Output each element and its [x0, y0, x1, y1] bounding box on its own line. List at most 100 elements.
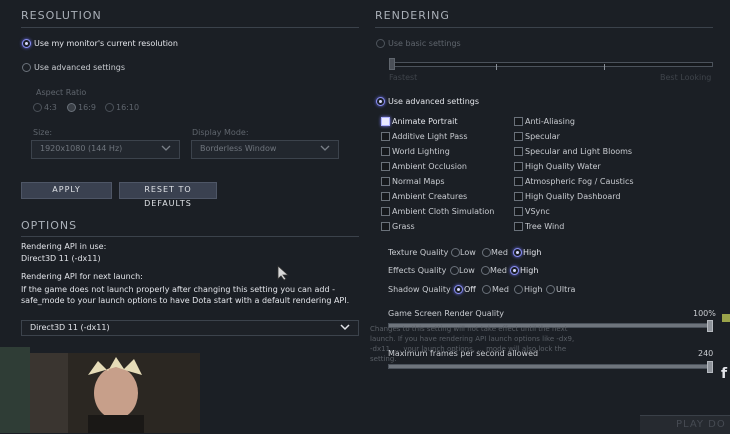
- render-option-checkbox-label[interactable]: High Quality Dashboard: [525, 192, 620, 201]
- effects-med-radio[interactable]: [481, 266, 490, 275]
- effects-high-label[interactable]: High: [520, 266, 538, 275]
- max-fps-slider[interactable]: [388, 364, 713, 369]
- shadow-off-radio[interactable]: [454, 285, 463, 294]
- render-option-checkbox-label[interactable]: Animate Portrait: [392, 117, 457, 126]
- aspect-16-9-radio[interactable]: [67, 103, 76, 112]
- render-option-checkbox-label[interactable]: Grass: [392, 222, 415, 231]
- max-fps-slider-thumb[interactable]: [707, 361, 713, 373]
- side-decoration: [0, 347, 30, 433]
- render-option-checkbox[interactable]: [381, 207, 390, 216]
- facebook-icon[interactable]: f: [721, 366, 727, 382]
- render-option-checkbox[interactable]: [514, 222, 523, 231]
- slider-tick: [496, 64, 497, 70]
- shadow-high-label[interactable]: High: [524, 285, 542, 294]
- options-title: OPTIONS: [21, 219, 78, 232]
- render-option-checkbox-label[interactable]: Atmospheric Fog / Caustics: [525, 177, 634, 186]
- use-advanced-rendering-radio[interactable]: [376, 97, 385, 106]
- render-option-checkbox-label[interactable]: Additive Light Pass: [392, 132, 467, 141]
- texture-med-label[interactable]: Med: [491, 248, 508, 257]
- mouse-cursor-icon: [277, 265, 290, 283]
- render-option-checkbox[interactable]: [514, 207, 523, 216]
- basic-quality-slider[interactable]: [389, 62, 713, 67]
- edge-indicator: [722, 314, 730, 322]
- reset-to-defaults-button[interactable]: RESET TO DEFAULTS: [119, 182, 217, 208]
- render-option-checkbox-label[interactable]: Anti-Aliasing: [525, 117, 575, 126]
- render-option-checkbox[interactable]: [381, 147, 390, 156]
- render-option-checkbox-label[interactable]: World Lighting: [392, 147, 450, 156]
- play-dota-button[interactable]: PLAY DO: [640, 415, 730, 434]
- apply-button[interactable]: APPLY: [21, 182, 112, 199]
- rendering-title: RENDERING: [375, 9, 450, 22]
- api-next-label: Rendering API for next launch:: [21, 272, 143, 281]
- use-monitor-resolution-label[interactable]: Use my monitor's current resolution: [34, 39, 178, 48]
- use-basic-settings-radio[interactable]: [376, 39, 385, 48]
- texture-low-label[interactable]: Low: [460, 248, 476, 257]
- render-option-checkbox[interactable]: [381, 192, 390, 201]
- slider-max-label: Best Looking: [660, 73, 712, 82]
- aspect-16-10-label[interactable]: 16:10: [116, 103, 139, 112]
- render-option-checkbox-label[interactable]: Ambient Cloth Simulation: [392, 207, 494, 216]
- size-select[interactable]: 1920x1080 (144 Hz): [31, 140, 180, 159]
- render-option-checkbox[interactable]: [514, 147, 523, 156]
- render-option-checkbox[interactable]: [381, 117, 390, 126]
- render-option-checkbox[interactable]: [514, 132, 523, 141]
- aspect-16-10-radio[interactable]: [105, 103, 114, 112]
- aspect-4-3-label[interactable]: 4:3: [44, 103, 57, 112]
- shadow-quality-label: Shadow Quality: [388, 285, 451, 294]
- render-quality-label: Game Screen Render Quality: [388, 309, 505, 318]
- basic-quality-slider-thumb[interactable]: [389, 58, 395, 70]
- max-fps-label: Maximum frames per second allowed: [388, 349, 539, 358]
- effects-med-label[interactable]: Med: [490, 266, 507, 275]
- effects-low-label[interactable]: Low: [459, 266, 475, 275]
- aspect-ratio-label: Aspect Ratio: [36, 88, 87, 97]
- render-option-checkbox[interactable]: [381, 222, 390, 231]
- api-next-note: If the game does not launch properly aft…: [21, 285, 350, 305]
- use-basic-settings-label[interactable]: Use basic settings: [388, 39, 461, 48]
- texture-quality-label: Texture Quality: [388, 248, 449, 257]
- shadow-med-label[interactable]: Med: [492, 285, 509, 294]
- aspect-16-9-label[interactable]: 16:9: [78, 103, 96, 112]
- use-advanced-resolution-radio[interactable]: [22, 63, 31, 72]
- texture-high-label[interactable]: High: [523, 248, 541, 257]
- effects-low-radio[interactable]: [450, 266, 459, 275]
- use-monitor-resolution-radio[interactable]: [22, 39, 31, 48]
- use-advanced-resolution-label[interactable]: Use advanced settings: [34, 63, 125, 72]
- texture-high-radio[interactable]: [513, 248, 522, 257]
- render-option-checkbox-label[interactable]: Tree Wind: [525, 222, 564, 231]
- aspect-4-3-radio[interactable]: [33, 103, 42, 112]
- render-option-checkbox-label[interactable]: VSync: [525, 207, 550, 216]
- use-advanced-rendering-label[interactable]: Use advanced settings: [388, 97, 479, 106]
- rendering-divider: [375, 27, 713, 28]
- render-option-checkbox[interactable]: [514, 177, 523, 186]
- render-option-checkbox[interactable]: [381, 162, 390, 171]
- options-divider: [21, 236, 359, 237]
- slider-min-label: Fastest: [389, 73, 418, 82]
- webcam-overlay: [28, 353, 200, 433]
- render-option-checkbox-label[interactable]: Ambient Occlusion: [392, 162, 467, 171]
- chevron-down-icon: [161, 143, 171, 155]
- render-option-checkbox[interactable]: [381, 177, 390, 186]
- size-label: Size:: [33, 128, 53, 137]
- shadow-ultra-radio[interactable]: [546, 285, 555, 294]
- render-option-checkbox-label[interactable]: High Quality Water: [525, 162, 601, 171]
- texture-low-radio[interactable]: [451, 248, 460, 257]
- render-option-checkbox[interactable]: [514, 117, 523, 126]
- texture-med-radio[interactable]: [482, 248, 491, 257]
- render-option-checkbox-label[interactable]: Specular: [525, 132, 560, 141]
- render-option-checkbox[interactable]: [514, 162, 523, 171]
- shadow-med-radio[interactable]: [482, 285, 491, 294]
- play-dota-label: PLAY DO: [676, 419, 726, 430]
- render-option-checkbox[interactable]: [514, 192, 523, 201]
- render-option-checkbox[interactable]: [381, 132, 390, 141]
- chevron-down-icon: [320, 143, 330, 155]
- effects-high-radio[interactable]: [510, 266, 519, 275]
- render-option-checkbox-label[interactable]: Normal Maps: [392, 177, 445, 186]
- render-quality-slider-thumb[interactable]: [707, 320, 713, 332]
- rendering-api-select[interactable]: Direct3D 11 (-dx11): [21, 320, 359, 336]
- shadow-high-radio[interactable]: [514, 285, 523, 294]
- display-mode-select[interactable]: Borderless Window: [191, 140, 339, 159]
- render-option-checkbox-label[interactable]: Specular and Light Blooms: [525, 147, 632, 156]
- render-option-checkbox-label[interactable]: Ambient Creatures: [392, 192, 467, 201]
- shadow-off-label[interactable]: Off: [464, 285, 476, 294]
- shadow-ultra-label[interactable]: Ultra: [556, 285, 575, 294]
